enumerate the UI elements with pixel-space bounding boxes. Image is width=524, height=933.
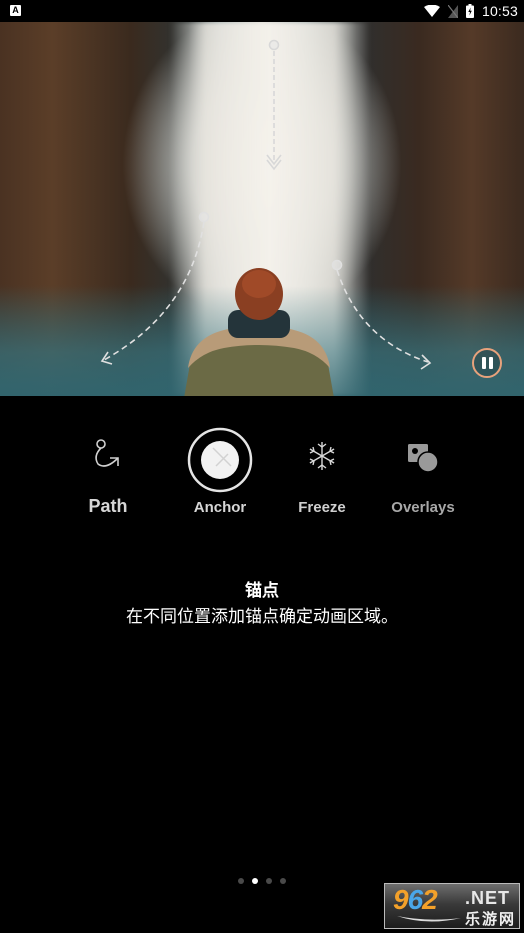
tool-anchor[interactable]: Anchor	[170, 420, 270, 530]
pause-icon	[481, 357, 486, 369]
watermark-domain: .NET	[465, 888, 511, 908]
feature-description: 在不同位置添加锚点确定动画区域。	[126, 607, 398, 626]
watermark-digit: 2	[422, 884, 438, 915]
pause-button[interactable]	[472, 348, 502, 378]
left-curve-path	[100, 211, 210, 365]
tool-label: Freeze	[298, 499, 346, 516]
page-dot[interactable]	[280, 878, 286, 884]
watermark-cn: 乐游网	[465, 911, 517, 928]
snowflake-icon	[309, 442, 335, 470]
motion-path-overlay	[100, 39, 432, 370]
pause-icon-bar	[488, 357, 493, 369]
tool-freeze[interactable]: Freeze	[272, 420, 372, 530]
status-icons: 10:53	[423, 0, 518, 22]
tool-label: Overlays	[391, 499, 455, 516]
page-dot-active[interactable]	[252, 878, 258, 884]
preview-image[interactable]	[0, 22, 524, 396]
notification-a-icon: A	[10, 5, 21, 16]
overlays-icon	[408, 444, 439, 473]
notification-glyph: A	[12, 5, 19, 15]
tool-overlays[interactable]: Overlays	[373, 420, 473, 530]
tool-selector: Path Anchor Freeze Overlays	[0, 420, 524, 530]
tool-path[interactable]: Path	[58, 420, 158, 530]
swoosh-icon	[397, 916, 461, 922]
tool-label: Anchor	[193, 499, 247, 516]
watermark-digit: 9	[393, 884, 409, 915]
watermark-digit: 6	[407, 884, 424, 915]
watermark-logo: 962 .NET 乐游网	[384, 883, 520, 929]
feature-title: 锚点	[245, 581, 279, 600]
page-dot[interactable]	[238, 878, 244, 884]
watermark-number: 962	[393, 884, 438, 916]
path-icon	[95, 439, 119, 467]
page-dot[interactable]	[266, 878, 272, 884]
tool-label: Path	[88, 496, 128, 516]
no-sim-icon	[447, 4, 458, 18]
wifi-icon	[423, 5, 440, 17]
right-curve-path	[331, 259, 432, 370]
clock: 10:53	[481, 3, 518, 19]
down-arrow-path	[266, 39, 282, 171]
battery-charging-icon	[465, 4, 474, 18]
status-bar: A 10:53	[0, 0, 524, 22]
page-indicator	[238, 878, 286, 884]
anchor-icon	[187, 427, 253, 493]
